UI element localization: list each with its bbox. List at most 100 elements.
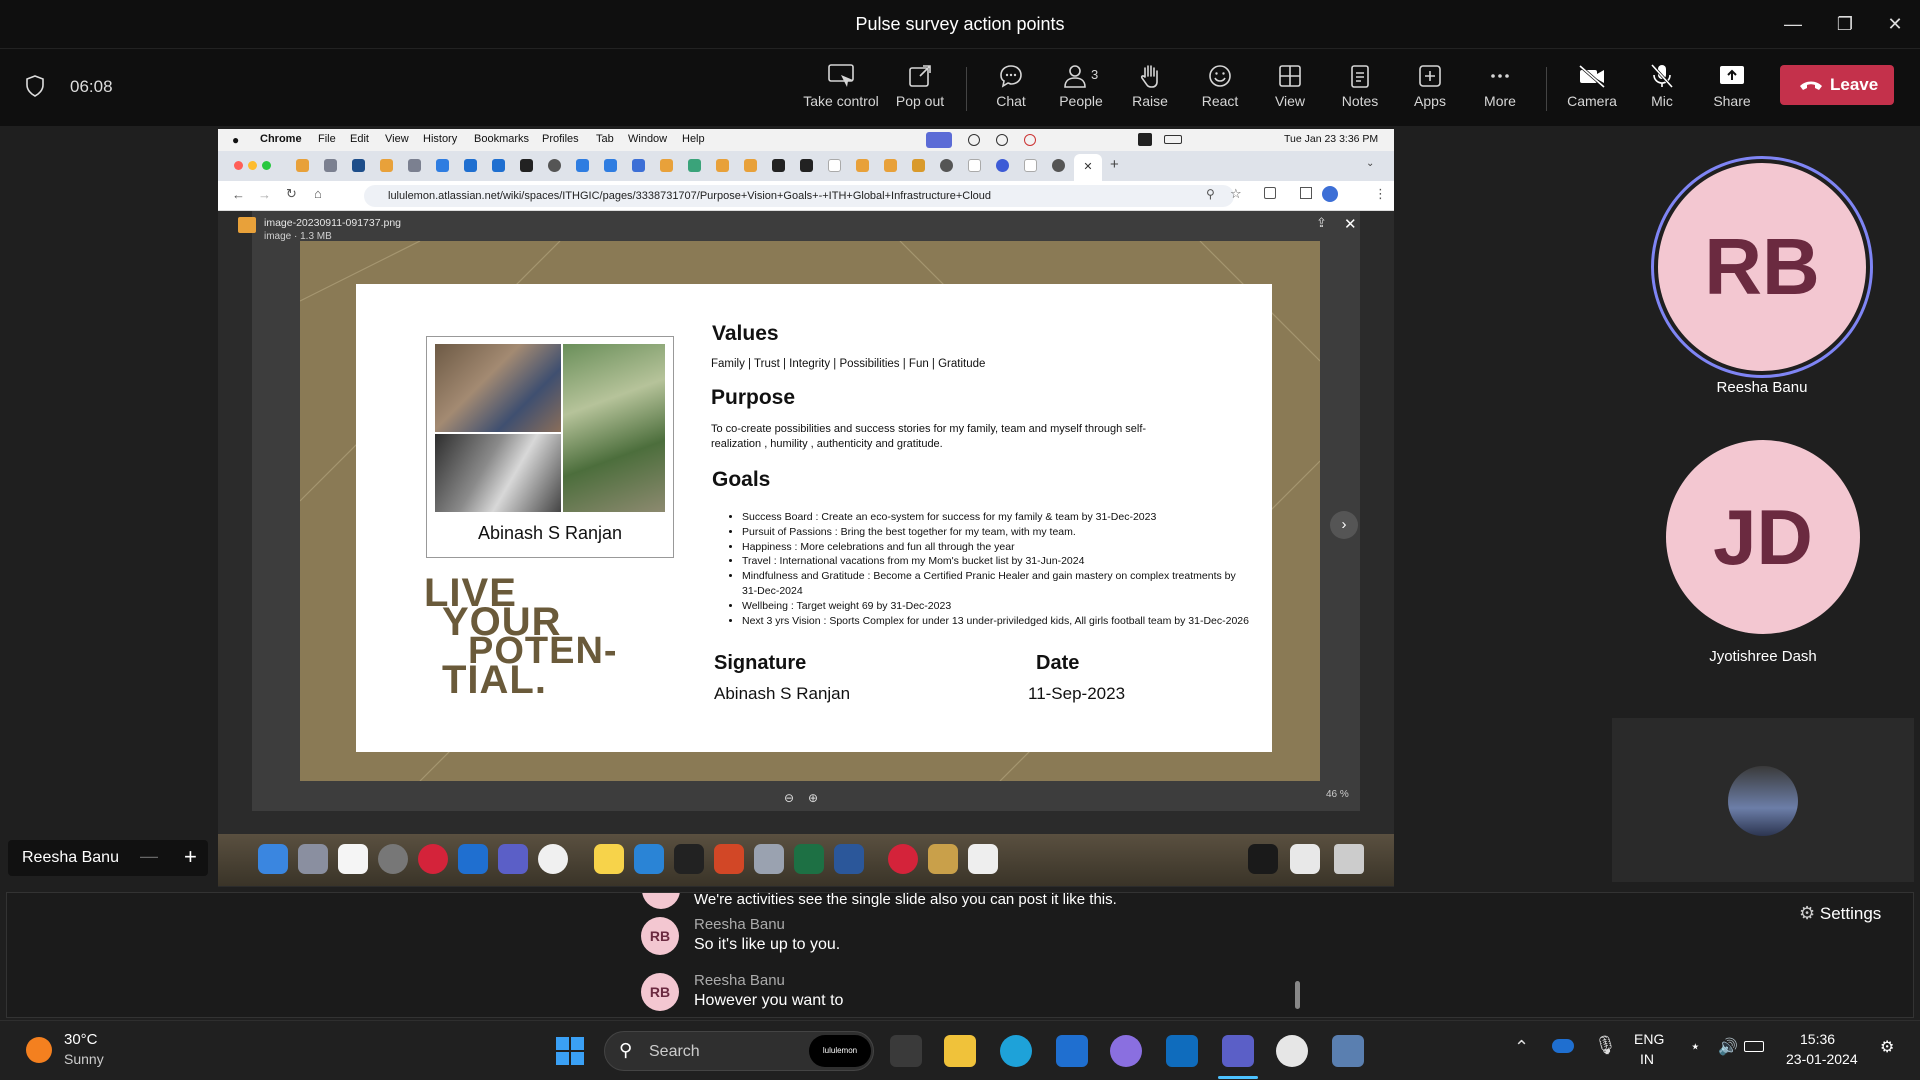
browser-tab[interactable] xyxy=(828,159,841,172)
weather-sun-icon[interactable] xyxy=(26,1037,52,1063)
file-explorer-icon[interactable] xyxy=(944,1035,976,1067)
browser-tab[interactable] xyxy=(408,159,421,172)
raise-hand-button[interactable]: Raise xyxy=(1110,59,1190,119)
browser-tab[interactable] xyxy=(604,159,617,172)
zoom-in-icon[interactable]: ⊕ xyxy=(808,791,818,805)
archive-icon[interactable] xyxy=(928,844,958,874)
browser-tab[interactable] xyxy=(660,159,673,172)
close-window-button[interactable]: ✕ xyxy=(1880,10,1910,38)
wifi-icon[interactable]: ⋆ xyxy=(1690,1037,1701,1057)
outlook-icon[interactable] xyxy=(458,844,488,874)
notification-bell-icon[interactable]: ⚙ xyxy=(1880,1037,1894,1057)
vscode-icon[interactable] xyxy=(634,844,664,874)
camera-button[interactable]: Camera xyxy=(1552,59,1632,119)
active-tab-close-icon[interactable]: ✕ xyxy=(1074,154,1102,181)
task-view-icon[interactable] xyxy=(890,1035,922,1067)
settings-button[interactable]: ⚙ Settings xyxy=(1799,903,1881,924)
language-top[interactable]: ENG xyxy=(1634,1031,1664,1047)
browser-tab[interactable] xyxy=(380,159,393,172)
battery-icon[interactable] xyxy=(1744,1041,1764,1052)
home-icon[interactable]: ⌂ xyxy=(314,186,322,201)
mic-button[interactable]: Mic xyxy=(1622,59,1702,119)
mac-minimize-dot[interactable] xyxy=(248,161,257,170)
zoom-out-icon[interactable]: ⊖ xyxy=(784,791,794,805)
excel-icon[interactable] xyxy=(794,844,824,874)
settings-gear-icon[interactable] xyxy=(378,844,408,874)
browser-tab[interactable] xyxy=(716,159,729,172)
reload-icon[interactable]: ↻ xyxy=(286,186,297,202)
browser-tab[interactable] xyxy=(772,159,785,172)
window-thumb-icon[interactable] xyxy=(1248,844,1278,874)
leave-button[interactable]: Leave xyxy=(1780,65,1894,105)
browser-tab[interactable] xyxy=(912,159,925,172)
clock-date[interactable]: 23-01-2024 xyxy=(1786,1051,1858,1067)
more-button[interactable]: More xyxy=(1460,59,1540,119)
browser-tab[interactable] xyxy=(968,159,981,172)
document-icon[interactable] xyxy=(968,844,998,874)
chat-button[interactable]: Chat xyxy=(971,59,1051,119)
browser-tab[interactable] xyxy=(996,159,1009,172)
browser-tab[interactable] xyxy=(800,159,813,172)
teams-icon[interactable] xyxy=(498,844,528,874)
taskbar-search[interactable]: ⚲ Search lululemon xyxy=(604,1031,874,1071)
browser-tab[interactable] xyxy=(856,159,869,172)
store-icon[interactable] xyxy=(1056,1035,1088,1067)
close-viewer-icon[interactable]: ✕ xyxy=(1344,215,1357,233)
browser-tab[interactable] xyxy=(688,159,701,172)
clock-time[interactable]: 15:36 xyxy=(1800,1031,1835,1047)
browser-tab[interactable] xyxy=(940,159,953,172)
people-button[interactable]: 3 People xyxy=(1041,59,1121,119)
teams-icon[interactable] xyxy=(1222,1035,1254,1067)
forward-arrow-icon[interactable]: → xyxy=(258,187,271,202)
copilot-icon[interactable] xyxy=(1110,1035,1142,1067)
edge-icon[interactable] xyxy=(1000,1035,1032,1067)
lululemon-app-icon[interactable] xyxy=(888,844,918,874)
share-button[interactable]: Share xyxy=(1692,59,1772,119)
tab-search-chevron-icon[interactable]: ⌄ xyxy=(1366,158,1374,169)
browser-tab[interactable] xyxy=(884,159,897,172)
profile-avatar[interactable] xyxy=(1322,186,1338,202)
notes-app-icon[interactable] xyxy=(594,844,624,874)
lululemon-app-icon[interactable] xyxy=(418,844,448,874)
finder-icon[interactable] xyxy=(258,844,288,874)
browser-tab[interactable] xyxy=(324,159,337,172)
app-icon[interactable] xyxy=(1332,1035,1364,1067)
take-control-button[interactable]: Take control xyxy=(801,59,881,119)
browser-tab[interactable] xyxy=(576,159,589,172)
back-arrow-icon[interactable]: ← xyxy=(232,187,245,202)
browser-tab[interactable] xyxy=(436,159,449,172)
chrome-icon[interactable] xyxy=(538,844,568,874)
browser-tab[interactable] xyxy=(296,159,309,172)
onedrive-icon[interactable] xyxy=(1552,1039,1574,1053)
mac-close-dot[interactable] xyxy=(234,161,243,170)
window-thumb-icon[interactable] xyxy=(1290,844,1320,874)
mac-zoom-dot[interactable] xyxy=(262,161,271,170)
browser-tab[interactable] xyxy=(1024,159,1037,172)
side-panel-icon[interactable] xyxy=(1300,187,1312,199)
apps-button[interactable]: Apps xyxy=(1390,59,1470,119)
browser-tab[interactable] xyxy=(548,159,561,172)
volume-icon[interactable]: 🔊 xyxy=(1718,1037,1738,1057)
terminal-icon[interactable] xyxy=(674,844,704,874)
windows-start-icon[interactable] xyxy=(556,1037,584,1065)
zoom-lens-icon[interactable]: ⚲ xyxy=(1206,187,1215,201)
launchpad-icon[interactable] xyxy=(298,844,328,874)
word-icon[interactable] xyxy=(834,844,864,874)
outlook-icon[interactable] xyxy=(1166,1035,1198,1067)
chevron-up-icon[interactable]: ⌃ xyxy=(1514,1037,1529,1058)
pop-out-button[interactable]: Pop out xyxy=(880,59,960,119)
browser-tab[interactable] xyxy=(744,159,757,172)
browser-tab[interactable] xyxy=(1052,159,1065,172)
preview-icon[interactable] xyxy=(754,844,784,874)
download-cloud-icon[interactable]: ⇪ xyxy=(1316,215,1327,231)
minimize-button[interactable]: — xyxy=(1778,10,1808,38)
url-field[interactable]: lululemon.atlassian.net/wiki/spaces/ITHG… xyxy=(364,185,1234,207)
react-button[interactable]: React xyxy=(1180,59,1260,119)
browser-tab[interactable] xyxy=(492,159,505,172)
calendar-icon[interactable] xyxy=(338,844,368,874)
restore-button[interactable]: ❐ xyxy=(1830,10,1860,38)
zoom-minus-button[interactable]: — xyxy=(140,846,158,867)
chat-scrollbar[interactable] xyxy=(1295,981,1300,1009)
powerpoint-icon[interactable] xyxy=(714,844,744,874)
extensions-icon[interactable] xyxy=(1264,187,1276,199)
